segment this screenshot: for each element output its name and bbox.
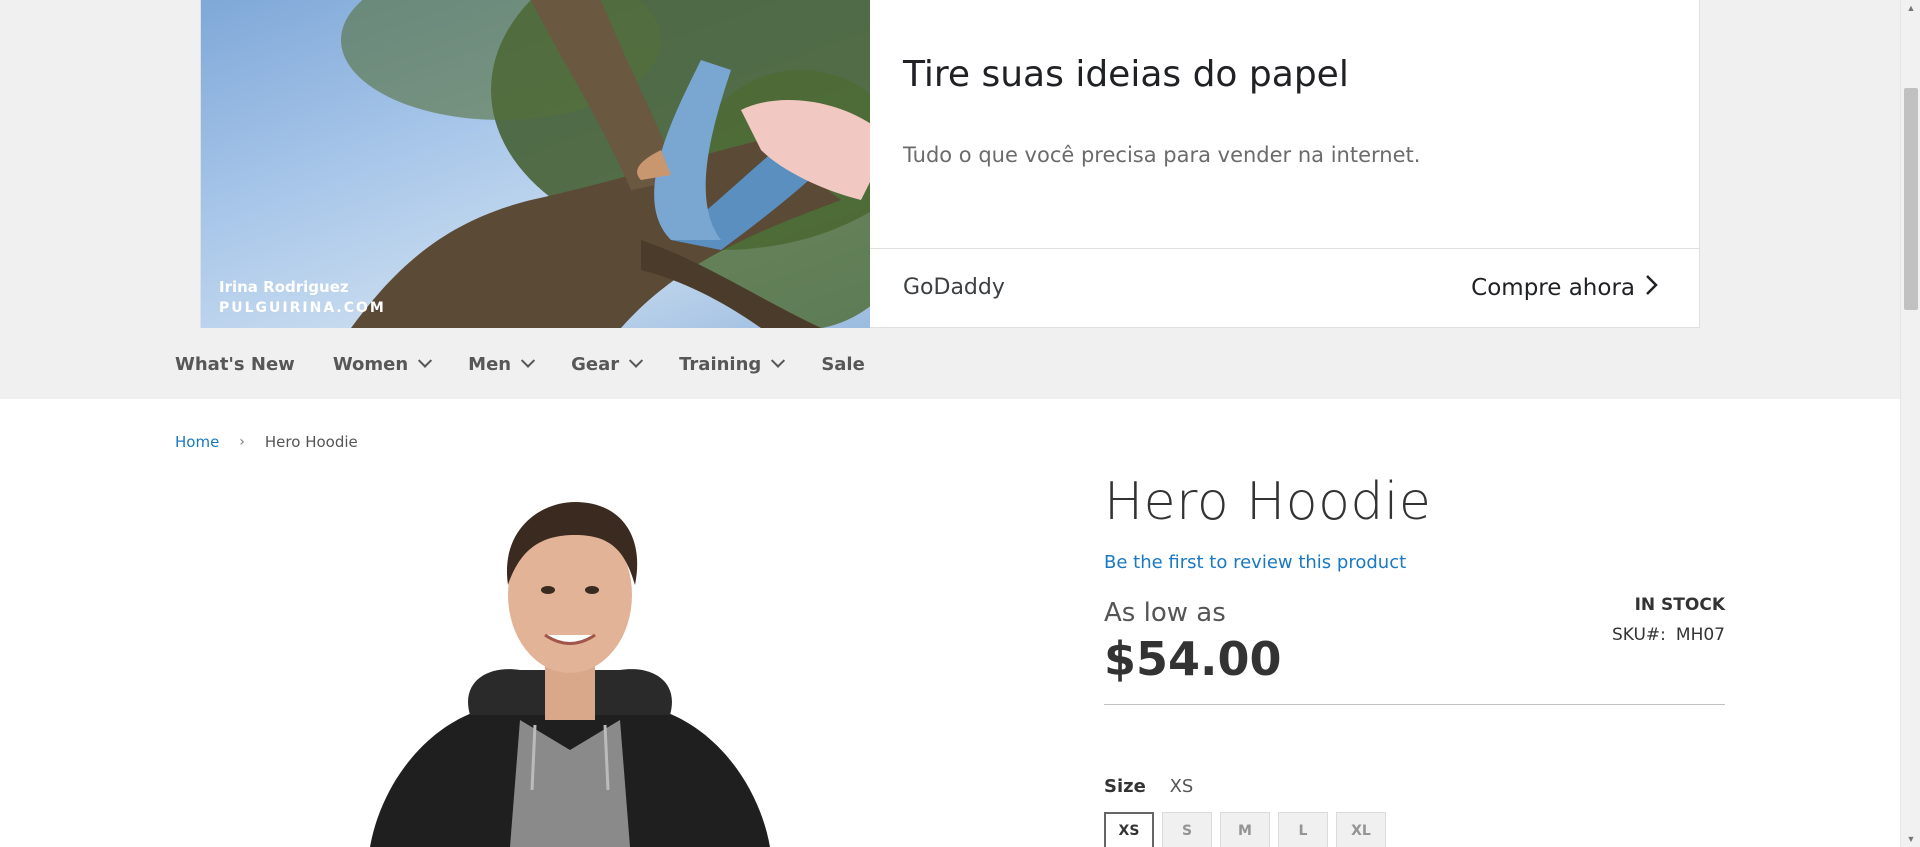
nav-item-label: Sale <box>821 354 865 375</box>
breadcrumb-current: Hero Hoodie <box>264 433 358 451</box>
ad-brand[interactable]: GoDaddy <box>903 275 1005 300</box>
product-title: Hero Hoodie <box>1104 472 1432 532</box>
size-selector-header: Size XS <box>1104 776 1193 797</box>
product-image[interactable] <box>360 490 780 847</box>
nav-item-training[interactable]: Training <box>679 353 786 375</box>
nav-item-label: Men <box>468 354 512 375</box>
scrollbar-thumb[interactable] <box>1904 88 1918 310</box>
size-selected-value: XS <box>1169 776 1194 797</box>
ad-photo[interactable]: Irina Rodriguez PULGUIRINA.COM <box>201 0 870 328</box>
nav-item-label: Women <box>332 354 409 375</box>
nav-item-label: What's New <box>175 354 295 375</box>
nav-item-label: Training <box>679 354 762 375</box>
size-option-xs[interactable]: XS <box>1104 812 1154 847</box>
advertisement-banner[interactable]: Irina Rodriguez PULGUIRINA.COM Tire suas… <box>200 0 1700 328</box>
main-navigation: What's New Women Men Gear Training Sale <box>175 353 903 375</box>
nav-item-women[interactable]: Women <box>332 353 433 375</box>
review-link[interactable]: Be the first to review this product <box>1104 552 1406 573</box>
nav-item-sale[interactable]: Sale <box>821 354 865 375</box>
breadcrumb-home-link[interactable]: Home <box>175 433 219 451</box>
chevron-down-icon <box>629 353 644 368</box>
stock-status: IN STOCK <box>1634 595 1725 615</box>
price-prefix: As low as <box>1104 598 1226 628</box>
breadcrumb-separator-icon: › <box>239 434 245 450</box>
ad-credit-site: PULGUIRINA.COM <box>219 300 386 316</box>
nav-item-label: Gear <box>571 354 620 375</box>
nav-item-men[interactable]: Men <box>468 353 536 375</box>
ad-cta-label: Compre ahora <box>1471 275 1635 301</box>
divider <box>1104 704 1725 705</box>
size-option-xl[interactable]: XL <box>1336 812 1386 847</box>
ad-description[interactable]: Tudo o que você precisa para vender na i… <box>903 143 1420 167</box>
breadcrumb: Home › Hero Hoodie <box>175 433 358 451</box>
size-swatches: XS S M L XL <box>1104 812 1386 847</box>
chevron-down-icon <box>521 353 536 368</box>
ad-cta-button[interactable]: Compre ahora <box>1471 273 1659 303</box>
scroll-down-arrow-icon[interactable]: ▼ <box>1901 831 1920 847</box>
product-price: $54.00 <box>1104 632 1282 686</box>
size-label: Size <box>1104 776 1146 797</box>
product-photo-illustration <box>370 502 770 847</box>
size-option-l[interactable]: L <box>1278 812 1328 847</box>
size-option-m[interactable]: M <box>1220 812 1270 847</box>
chevron-down-icon <box>418 353 433 368</box>
nav-item-gear[interactable]: Gear <box>571 353 644 375</box>
ad-headline[interactable]: Tire suas ideias do papel <box>903 54 1349 95</box>
ad-footer: GoDaddy Compre ahora <box>870 248 1699 328</box>
sku-label: SKU#: <box>1612 625 1666 645</box>
ad-photo-credit: Irina Rodriguez PULGUIRINA.COM <box>219 278 386 316</box>
sku-value: MH07 <box>1675 625 1725 645</box>
chevron-down-icon <box>771 353 786 368</box>
ad-credit-name: Irina Rodriguez <box>219 278 349 296</box>
size-option-s[interactable]: S <box>1162 812 1212 847</box>
product-sku: SKU#: MH07 <box>1612 625 1725 645</box>
scroll-up-arrow-icon[interactable]: ▲ <box>1901 0 1920 16</box>
nav-item-whats-new[interactable]: What's New <box>175 354 295 375</box>
vertical-scrollbar[interactable]: ▲ ▼ <box>1900 0 1920 847</box>
chevron-right-icon <box>1645 273 1659 303</box>
